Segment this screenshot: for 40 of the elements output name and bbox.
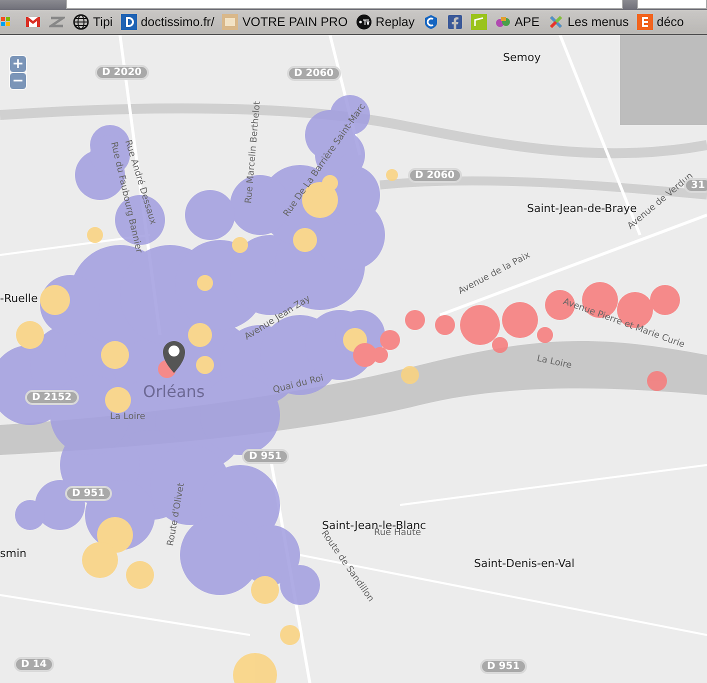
street-label: Route d'Olivet — [166, 482, 187, 547]
envelope-icon[interactable] — [25, 14, 41, 30]
bookmark-link[interactable]: Replay — [356, 14, 415, 30]
map-pin-icon[interactable] — [163, 341, 185, 373]
street-label: Quai du Roi — [272, 373, 325, 396]
shield-icon[interactable] — [422, 14, 439, 30]
bookmark-link[interactable]: déco — [636, 14, 684, 30]
flower-logo-icon — [548, 14, 564, 30]
search-field[interactable] — [637, 0, 707, 9]
road-number-label: D 14 — [14, 657, 54, 672]
road-number-label: D 2152 — [25, 390, 79, 405]
f-logo-icon[interactable] — [446, 14, 463, 30]
town-label: smin — [0, 547, 26, 560]
street-label: La Loire — [536, 354, 573, 372]
road-number-label: D 2060 — [287, 66, 341, 81]
address-field[interactable] — [66, 0, 623, 9]
tv-logo-icon — [356, 14, 372, 30]
image-thumbnail — [222, 14, 238, 30]
street-label: La Loire — [110, 412, 146, 422]
e-tile-icon — [636, 14, 653, 30]
globe-icon — [73, 14, 89, 30]
city-label: Orléans — [143, 382, 205, 401]
town-label: -Ruelle — [0, 292, 38, 305]
road-number-label: D 951 — [242, 449, 289, 464]
bookmark-link[interactable]: Tipi — [73, 14, 113, 30]
bookmark-link[interactable]: doctissimo.fr/ — [120, 14, 214, 30]
letter-tile-icon — [120, 14, 137, 30]
road-number-label: D 951 — [65, 486, 112, 501]
town-label: Saint-Denis-en-Val — [474, 557, 575, 570]
bookmark-link[interactable]: APE — [494, 14, 540, 30]
town-label: Semoy — [503, 51, 541, 64]
zigzag-icon[interactable] — [49, 14, 65, 30]
bookmark-link[interactable]: Les menus — [548, 14, 629, 30]
bookmark-link[interactable]: VOTRE PAIN PRO — [222, 14, 348, 30]
colorful-icon — [494, 14, 511, 30]
road-number-label: D 2060 — [408, 168, 462, 183]
square-tile-icon[interactable] — [470, 14, 487, 30]
road-number-label: D 2020 — [95, 65, 149, 80]
street-label: Rue Marcelin Berthelot — [244, 100, 263, 204]
road-number-label: D 951 — [480, 659, 527, 674]
